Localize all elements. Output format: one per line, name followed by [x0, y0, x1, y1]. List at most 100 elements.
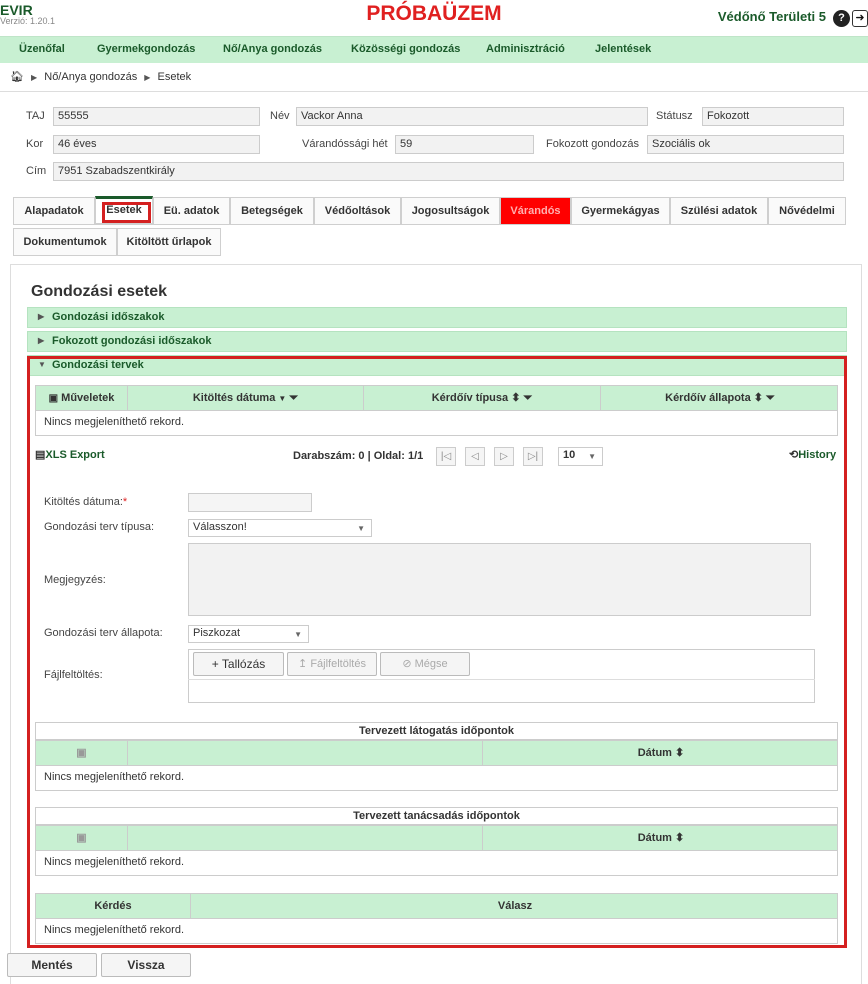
state-label: Gondozási terv állapota:	[44, 627, 163, 639]
status-field: Fokozott	[702, 107, 844, 126]
label-text: Kitöltés dátuma:	[44, 496, 123, 508]
date-label: Kitöltés dátuma:*	[44, 496, 127, 508]
kor-field: 46 éves	[53, 135, 260, 154]
sort-icon[interactable]: ⬍	[675, 832, 684, 844]
type-select[interactable]: Válasszon! ▼	[188, 519, 372, 537]
empty-row: Nincs megjeleníthető rekord.	[35, 851, 838, 876]
home-icon[interactable]: 🏠︎	[10, 71, 24, 83]
filter-icon[interactable]: ⏷	[766, 392, 775, 404]
col-kerdes: Kérdés	[36, 894, 191, 918]
document-icon: ▣	[48, 393, 59, 404]
nav-item-jelentesek[interactable]: Jelentések	[595, 43, 651, 55]
date-input[interactable]	[188, 493, 312, 512]
required-marker: *	[122, 496, 128, 508]
state-select[interactable]: Piszkozat ▼	[188, 625, 309, 643]
accordion-label: Gondozási időszakok	[52, 311, 165, 323]
pager-count: Darabszám: 0 | Oldal: 1/1	[293, 450, 424, 462]
chevron-right-icon: ▶	[38, 312, 45, 321]
tab-jogosultsagok[interactable]: Jogosultságok	[401, 197, 500, 225]
taj-field: 55555	[53, 107, 260, 126]
het-label: Várandóssági hét	[302, 138, 388, 150]
visits-title: Tervezett látogatás időpontok	[35, 722, 838, 740]
col-label: Kitöltés dátuma	[192, 392, 276, 404]
col-label: Kérdőív típusa	[431, 392, 509, 404]
logout-icon[interactable]: ➜	[852, 10, 868, 27]
xls-export-button[interactable]: ▤XLS Export	[35, 448, 105, 461]
cancel-icon: ⊘	[402, 658, 412, 670]
tab-novedelmi[interactable]: Nővédelmi	[768, 197, 846, 225]
add-icon[interactable]: ▣	[36, 741, 128, 765]
type-label: Gondozási terv típusa:	[44, 521, 155, 533]
col-datum[interactable]: Dátum ⬍	[483, 826, 839, 850]
consult-title: Tervezett tanácsadás időpontok	[35, 807, 838, 825]
next-page-icon[interactable]: ▷	[494, 447, 514, 466]
nav-item-adminisztracio[interactable]: Adminisztráció	[486, 43, 565, 55]
breadcrumb-item-no-anya[interactable]: Nő/Anya gondozás	[44, 71, 137, 83]
nev-label: Név	[270, 110, 290, 122]
accordion-fokozott-idoszakok[interactable]: ▶ Fokozott gondozási időszakok	[27, 331, 847, 352]
col-datum[interactable]: Dátum ⬍	[483, 741, 839, 765]
col-kerdoiv-tipusa[interactable]: Kérdőív típusa ⬍ ⏷	[364, 386, 601, 410]
accordion-label: Fokozott gondozási időszakok	[52, 335, 212, 347]
add-icon[interactable]: ▣	[36, 826, 128, 850]
page-size-select[interactable]: 10 ▼	[558, 447, 603, 466]
tab-betegsegek[interactable]: Betegségek	[230, 197, 314, 225]
col-kerdoiv-allapota[interactable]: Kérdőív állapota ⬍ ⏷	[601, 386, 839, 410]
filter-icon[interactable]: ⏷	[523, 392, 532, 404]
browse-button[interactable]: + Tallózás	[193, 652, 284, 676]
col-valasz: Válasz	[497, 900, 533, 912]
back-button[interactable]: Vissza	[101, 953, 191, 977]
visits-grid-header: ▣ Dátum ⬍	[35, 740, 838, 766]
sort-icon[interactable]: ⬍	[511, 392, 520, 404]
first-page-icon[interactable]: |◁	[436, 447, 456, 466]
button-label: Tallózás	[221, 657, 266, 671]
button-label: Mégse	[414, 658, 448, 670]
filter-icon[interactable]: ⏷	[289, 392, 298, 404]
user-name[interactable]: Védőnő Területi 5	[718, 9, 826, 24]
tab-alapadatok[interactable]: Alapadatok	[13, 197, 95, 225]
cim-field: 7951 Szabadszentkirály	[53, 162, 844, 181]
caret-down-icon: ▼	[357, 524, 365, 533]
accordion-gondozasi-idoszakok[interactable]: ▶ Gondozási időszakok	[27, 307, 847, 328]
prev-page-icon[interactable]: ◁	[465, 447, 485, 466]
upload-label: Fájlfeltöltés:	[44, 669, 103, 681]
tab-szulesi-adatok[interactable]: Szülési adatok	[670, 197, 768, 225]
tab-gyermekagyas[interactable]: Gyermekágyas	[571, 197, 670, 225]
tab-varandos[interactable]: Várandós	[500, 197, 571, 225]
history-button[interactable]: ⟲History	[789, 448, 836, 461]
breadcrumb-separator-icon: ▶	[31, 73, 38, 82]
note-textarea[interactable]	[188, 543, 811, 616]
empty-row: Nincs megjeleníthető rekord.	[35, 919, 838, 944]
upload-icon: ↥	[298, 658, 308, 670]
help-icon[interactable]: ?	[833, 10, 850, 27]
tab-kitoltott-urlapok[interactable]: Kitöltött űrlapok	[117, 228, 221, 256]
tab-dokumentumok[interactable]: Dokumentumok	[13, 228, 117, 256]
last-page-icon[interactable]: ▷|	[523, 447, 543, 466]
fokozott-label: Fokozott gondozás	[546, 138, 639, 150]
tab-vedooltasok[interactable]: Védőoltások	[314, 197, 401, 225]
status-label: Státusz	[656, 110, 693, 122]
nav-item-no-anya[interactable]: Nő/Anya gondozás	[223, 43, 322, 55]
empty-row: Nincs megjeleníthető rekord.	[35, 411, 838, 436]
qa-grid-header: Kérdés Válasz	[35, 893, 838, 919]
upload-button[interactable]: ↥ Fájlfeltöltés	[287, 652, 377, 676]
history-icon: ⟲	[789, 449, 799, 461]
empty-row: Nincs megjeleníthető rekord.	[35, 766, 838, 791]
col-kitoltes-datuma[interactable]: Kitöltés dátuma ▼ ⏷	[128, 386, 364, 410]
export-label: XLS Export	[45, 449, 105, 461]
sort-icon[interactable]: ⬍	[754, 392, 763, 404]
col-label: Műveletek	[61, 392, 115, 404]
nav-item-gyermekgondozas[interactable]: Gyermekgondozás	[97, 43, 195, 55]
highlight-box	[102, 202, 151, 223]
tab-eu-adatok[interactable]: Eü. adatok	[153, 197, 230, 225]
col-label: Kérdőív állapota	[665, 392, 751, 404]
page-title: Gondozási esetek	[31, 283, 168, 300]
plus-icon: +	[211, 657, 219, 671]
breadcrumb-separator-icon: ▶	[144, 73, 151, 82]
save-button[interactable]: Mentés	[7, 953, 97, 977]
sort-icon[interactable]: ⬍	[675, 747, 684, 759]
nav-item-uzenofal[interactable]: Üzenőfal	[19, 43, 65, 55]
sort-desc-icon[interactable]: ▼	[278, 394, 286, 403]
nav-item-kozossegi[interactable]: Közösségi gondozás	[351, 43, 460, 55]
cancel-upload-button[interactable]: ⊘ Mégse	[380, 652, 470, 676]
